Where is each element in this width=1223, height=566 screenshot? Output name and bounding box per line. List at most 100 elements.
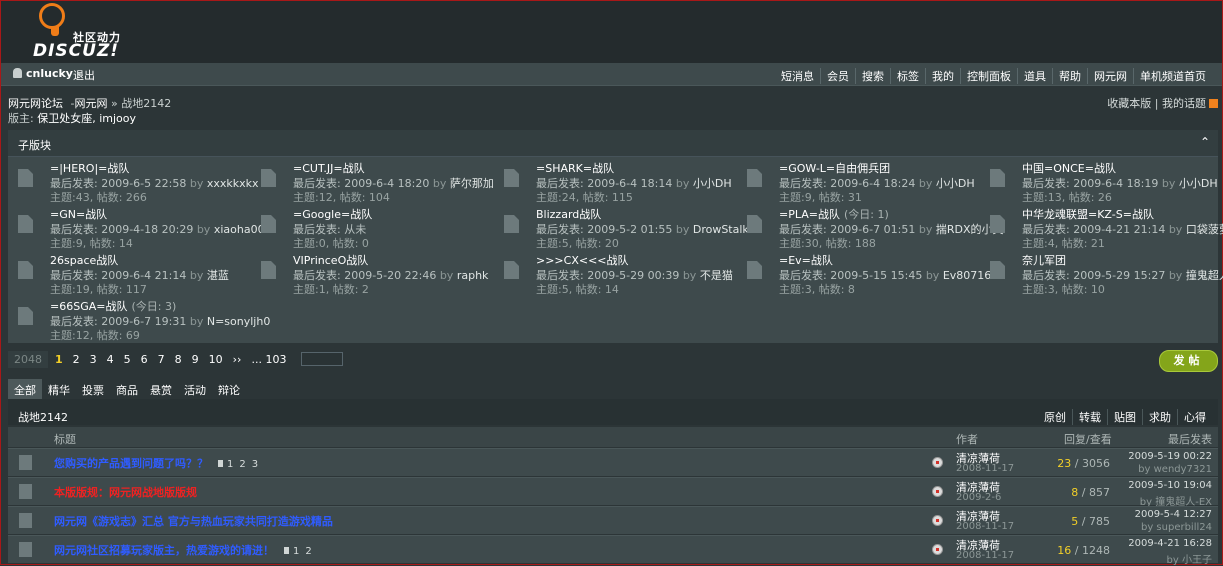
last-post-user[interactable]: 小小DH xyxy=(1179,177,1218,190)
thread-title[interactable]: 网元网社区招募玩家版主，热爱游戏的请进！ xyxy=(54,544,274,557)
preview-icon[interactable] xyxy=(932,457,943,468)
page-link[interactable]: 9 xyxy=(187,353,204,366)
page-link[interactable]: 5 xyxy=(119,353,136,366)
subforum-item[interactable]: =SHARK=战队 最后发表: 2009-6-4 18:14 by 小小DH 主题:… xyxy=(494,157,734,204)
subforum-name[interactable]: 中华龙魂联盟=KZ-S=战队 xyxy=(1022,206,1154,222)
subforum-item[interactable]: =66SGA=战队 (今日: 3) 最后发表: 2009-6-7 19:31 by … xyxy=(8,295,270,342)
tab-6[interactable]: 辩论 xyxy=(212,379,246,399)
last-reply-time[interactable]: 2009-5-10 19:04 xyxy=(1128,480,1212,491)
page-link[interactable]: ›› xyxy=(228,353,247,366)
top-link[interactable]: 单机频道首页 xyxy=(1133,68,1212,84)
last-post-user[interactable]: 不是猫 xyxy=(700,269,733,282)
filter-link[interactable]: 转载 xyxy=(1072,409,1107,425)
page-link[interactable]: 10 xyxy=(204,353,228,366)
top-link[interactable]: 帮助 xyxy=(1052,68,1087,84)
filter-link[interactable]: 原创 xyxy=(1038,409,1072,425)
top-link[interactable]: 我的 xyxy=(925,68,960,84)
last-reply-time[interactable]: 2009-5-4 12:27 xyxy=(1135,509,1212,520)
subforum-name[interactable]: 奈儿军团 xyxy=(1022,252,1066,268)
page-jump-input[interactable] xyxy=(301,352,344,366)
my-topics-link[interactable]: 我的话题 xyxy=(1162,97,1206,110)
preview-icon[interactable] xyxy=(932,515,943,526)
last-post-user[interactable]: raphk xyxy=(457,269,489,282)
subforum-name[interactable]: 26space战队 xyxy=(50,252,118,268)
tab-3[interactable]: 商品 xyxy=(110,379,144,399)
top-link[interactable]: 控制面板 xyxy=(960,68,1017,84)
subforum-name[interactable]: >>>CX<<<战队 xyxy=(536,252,629,268)
top-link[interactable]: 会员 xyxy=(820,68,855,84)
new-post-button[interactable]: 发帖 xyxy=(1159,350,1218,372)
thread-title[interactable]: 网元网《游戏志》汇总 官方与热血玩家共同打造游戏精品 xyxy=(54,515,333,528)
last-post-user[interactable]: 口袋菠萝 xyxy=(1186,223,1223,236)
tab-4[interactable]: 悬赏 xyxy=(144,379,178,399)
last-post-user[interactable]: N=sonyljh0 xyxy=(207,315,270,328)
page-link[interactable]: ... 103 xyxy=(246,353,291,366)
subforum-item[interactable]: =PLA=战队 (今日: 1) 最后发表: 2009-6-7 01:51 by 揣R… xyxy=(737,203,1004,250)
top-link[interactable]: 网元网 xyxy=(1087,68,1133,84)
page-link[interactable]: 8 xyxy=(170,353,187,366)
subforum-item[interactable]: =GN=战队 最后发表: 2009-4-18 20:29 by xiaoha001… xyxy=(8,203,272,250)
top-link[interactable]: 标签 xyxy=(890,68,925,84)
thread-page-link[interactable]: 2 xyxy=(305,546,311,557)
thread-page-link[interactable]: 2 xyxy=(239,459,245,470)
last-reply-time[interactable]: 2009-5-19 00:22 xyxy=(1128,451,1212,462)
filter-link[interactable]: 心得 xyxy=(1177,409,1212,425)
discuz-logo[interactable]: 社区动力 DISCUZ! xyxy=(31,3,131,61)
subforum-item[interactable]: 26space战队 最后发表: 2009-6-4 21:14 by 湛蓝 主题:19… xyxy=(8,249,248,296)
subforum-item[interactable]: =|HERO|=战队 最后发表: 2009-6-5 22:58 by xxxkkx… xyxy=(8,157,259,204)
subforum-item[interactable]: =Ev=战队 最后发表: 2009-5-15 15:45 by Ev80716 主题… xyxy=(737,249,991,296)
top-link[interactable]: 搜索 xyxy=(855,68,890,84)
last-post-user[interactable]: 小小DH xyxy=(936,177,975,190)
last-post-user[interactable]: 撞鬼超人-EX xyxy=(1186,269,1223,282)
tab-2[interactable]: 投票 xyxy=(76,379,110,399)
subforum-name[interactable]: =Ev=战队 xyxy=(779,252,833,268)
subforum-name[interactable]: =Google=战队 xyxy=(293,206,372,222)
subforum-item[interactable]: 奈儿军团最后发表: 2009-5-29 15:27 by 撞鬼超人-EX主题:3… xyxy=(980,249,1223,296)
filter-link[interactable]: 求助 xyxy=(1142,409,1177,425)
page-link[interactable]: 3 xyxy=(85,353,102,366)
subforum-name[interactable]: 中国=ONCE=战队 xyxy=(1022,160,1116,176)
subforum-item[interactable]: =Google=战队 最后发表: 从未 主题:0, 帖数: 0 xyxy=(251,203,491,250)
thread-title[interactable]: 您购买的产品遇到问题了吗？？ xyxy=(54,457,208,470)
last-post-user[interactable]: 萨尔那加 xyxy=(450,177,494,190)
page-link[interactable]: 7 xyxy=(153,353,170,366)
preview-icon[interactable] xyxy=(932,486,943,497)
subforum-item[interactable]: VIPrinceO战队 最后发表: 2009-5-20 22:46 by raph… xyxy=(251,249,491,296)
filter-link[interactable]: 贴图 xyxy=(1107,409,1142,425)
tab-0[interactable]: 全部 xyxy=(8,379,42,399)
page-link[interactable]: 6 xyxy=(136,353,153,366)
thread-page-link[interactable]: 1 xyxy=(293,546,299,557)
subforum-item[interactable]: =CUT.JJ=战队 最后发表: 2009-6-4 18:20 by 萨尔那加 主题… xyxy=(251,157,494,204)
breadcrumb-site[interactable]: 网元网 xyxy=(74,97,107,110)
subforum-name[interactable]: =66SGA=战队 (今日: 3) xyxy=(50,298,176,314)
page-link[interactable]: 1 xyxy=(50,353,68,366)
favorite-forum-link[interactable]: 收藏本版 xyxy=(1107,97,1151,110)
thread-title[interactable]: 本版版规：网元网战地版版规 xyxy=(54,486,197,499)
moderators-names[interactable]: 保卫处女座, imjooy xyxy=(37,112,136,125)
logout-link[interactable]: 退出 xyxy=(73,67,95,83)
subforum-item[interactable]: Blizzard战队 最后发表: 2009-5-2 01:55 by DrowSt… xyxy=(494,203,760,250)
thread-page-link[interactable]: 3 xyxy=(252,459,258,470)
preview-icon[interactable] xyxy=(932,544,943,555)
last-post-user[interactable]: 小小DH xyxy=(693,177,732,190)
subforum-item[interactable]: 中华龙魂联盟=KZ-S=战队 最后发表: 2009-4-21 21:14 by 口… xyxy=(980,203,1223,250)
tab-5[interactable]: 活动 xyxy=(178,379,212,399)
page-link[interactable]: 2 xyxy=(68,353,85,366)
subforum-item[interactable]: 中国=ONCE=战队 最后发表: 2009-6-4 18:19 by 小小DH 主题… xyxy=(980,157,1220,204)
current-user[interactable]: cnlucky ▾ xyxy=(13,67,81,80)
thread-page-link[interactable]: 1 xyxy=(227,459,233,470)
breadcrumb-home[interactable]: 网元网论坛 xyxy=(8,97,63,110)
subforum-name[interactable]: =SHARK=战队 xyxy=(536,160,614,176)
subforum-name[interactable]: =GOW-L=自由佣兵团 xyxy=(779,160,890,176)
rss-icon[interactable] xyxy=(1209,99,1218,108)
subforum-name[interactable]: Blizzard战队 xyxy=(536,206,601,222)
subforum-name[interactable]: =PLA=战队 (今日: 1) xyxy=(779,206,889,222)
subforum-name[interactable]: =CUT.JJ=战队 xyxy=(293,160,365,176)
tab-1[interactable]: 精华 xyxy=(42,379,76,399)
last-reply-time[interactable]: 2009-4-21 16:28 xyxy=(1128,538,1212,549)
page-link[interactable]: 4 xyxy=(102,353,119,366)
top-link[interactable]: 道具 xyxy=(1017,68,1052,84)
last-post-user[interactable]: 湛蓝 xyxy=(207,269,229,282)
subforum-item[interactable]: =GOW-L=自由佣兵团 最后发表: 2009-6-4 18:24 by 小小DH… xyxy=(737,157,977,204)
subforum-name[interactable]: =|HERO|=战队 xyxy=(50,160,129,176)
